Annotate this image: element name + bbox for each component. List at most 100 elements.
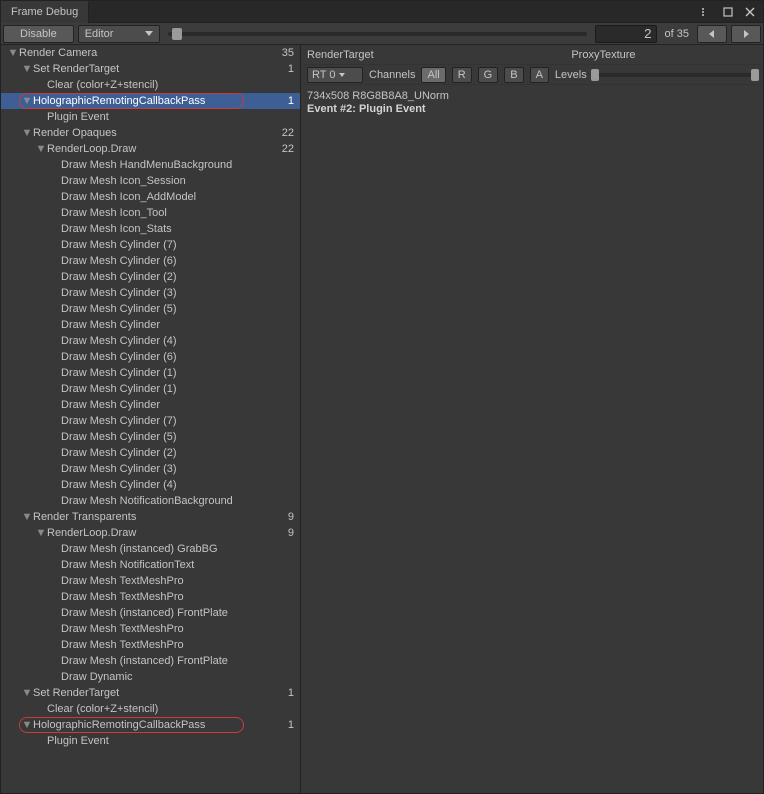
window-maximize-icon[interactable] <box>721 5 735 19</box>
tree-row[interactable]: Plugin Event <box>1 109 300 125</box>
tree-row-label: Draw Mesh Cylinder (1) <box>61 367 294 379</box>
tree-row-label: Draw Mesh TextMeshPro <box>61 623 294 635</box>
channel-g-button[interactable]: G <box>478 67 499 83</box>
slider-track[interactable] <box>168 32 587 36</box>
render-target-label: RenderTarget <box>307 49 374 61</box>
next-event-button[interactable] <box>731 25 761 43</box>
tree-row[interactable]: Draw Mesh (instanced) FrontPlate <box>1 653 300 669</box>
channel-a-button[interactable]: A <box>530 67 549 83</box>
levels-min-thumb[interactable] <box>591 69 599 81</box>
tree-row[interactable]: Draw Mesh NotificationBackground <box>1 493 300 509</box>
tree-row-label: RenderLoop.Draw <box>47 143 282 155</box>
channels-label: Channels <box>369 69 415 81</box>
tree-row[interactable]: Draw Mesh TextMeshPro <box>1 621 300 637</box>
channel-r-button[interactable]: R <box>452 67 472 83</box>
titlebar: Frame Debug <box>1 1 763 23</box>
tree-row[interactable]: ▼HolographicRemotingCallbackPass1 <box>1 717 300 733</box>
window-tab[interactable]: Frame Debug <box>1 1 89 23</box>
channel-all-button[interactable]: All <box>421 67 445 83</box>
frame-debug-panel: Frame Debug Disable Editor <box>0 0 764 794</box>
tree-row[interactable]: Draw Mesh (instanced) GrabBG <box>1 541 300 557</box>
tree-row[interactable]: Draw Mesh Cylinder (2) <box>1 269 300 285</box>
tree-row-count: 35 <box>282 47 294 59</box>
tree-row[interactable]: Draw Mesh Icon_AddModel <box>1 189 300 205</box>
event-slider[interactable] <box>164 32 591 36</box>
rt-dropdown[interactable]: RT 0 <box>307 67 363 83</box>
detail-body: 734x508 R8G8B8A8_UNorm Event #2: Plugin … <box>301 85 763 793</box>
tree-row[interactable]: Draw Mesh Cylinder (2) <box>1 445 300 461</box>
tree-row[interactable]: Draw Mesh Cylinder (4) <box>1 477 300 493</box>
tree-row[interactable]: Draw Mesh TextMeshPro <box>1 589 300 605</box>
tree-row[interactable]: Draw Mesh TextMeshPro <box>1 573 300 589</box>
tree-row[interactable]: Clear (color+Z+stencil) <box>1 77 300 93</box>
tree-row[interactable]: Draw Mesh Cylinder (1) <box>1 381 300 397</box>
tree-row-label: Draw Mesh Cylinder (4) <box>61 479 294 491</box>
tree-row[interactable]: Draw Mesh Cylinder (3) <box>1 461 300 477</box>
tree-row-count: 1 <box>288 719 294 731</box>
disable-button[interactable]: Disable <box>3 25 74 43</box>
tree-row[interactable]: Draw Mesh Cylinder <box>1 397 300 413</box>
tree-row-label: Draw Mesh Icon_AddModel <box>61 191 294 203</box>
window-title: Frame Debug <box>11 6 78 18</box>
event-tree[interactable]: ▼Render Camera35▼Set RenderTarget1Clear … <box>1 45 301 793</box>
tree-row[interactable]: Draw Mesh Cylinder (1) <box>1 365 300 381</box>
tree-row[interactable]: Draw Mesh Cylinder (3) <box>1 285 300 301</box>
rt-label: RT 0 <box>312 69 335 81</box>
tree-row[interactable]: Draw Mesh Icon_Session <box>1 173 300 189</box>
window-menu-icon[interactable] <box>699 5 713 19</box>
tree-row[interactable]: Draw Mesh Cylinder (7) <box>1 413 300 429</box>
tree-row[interactable]: Draw Dynamic <box>1 669 300 685</box>
render-target-row: RenderTarget ProxyTexture <box>301 45 763 65</box>
tree-row[interactable]: ▼Render Transparents9 <box>1 509 300 525</box>
window-buttons <box>699 5 763 19</box>
tree-row[interactable]: Draw Mesh Cylinder (5) <box>1 429 300 445</box>
tree-row[interactable]: Draw Mesh (instanced) FrontPlate <box>1 605 300 621</box>
foldout-open-icon[interactable]: ▼ <box>35 143 47 155</box>
event-index-input[interactable] <box>595 25 657 43</box>
window-close-icon[interactable] <box>743 5 757 19</box>
tree-row-label: Draw Mesh Icon_Tool <box>61 207 294 219</box>
foldout-open-icon[interactable]: ▼ <box>21 127 33 139</box>
levels-max-thumb[interactable] <box>751 69 759 81</box>
tree-row-label: Draw Mesh NotificationText <box>61 559 294 571</box>
tree-row[interactable]: Draw Mesh Cylinder (6) <box>1 253 300 269</box>
tree-row[interactable]: ▼Set RenderTarget1 <box>1 61 300 77</box>
tree-row[interactable]: ▼RenderLoop.Draw22 <box>1 141 300 157</box>
foldout-open-icon[interactable]: ▼ <box>21 719 33 731</box>
tree-row[interactable]: Draw Mesh Cylinder (4) <box>1 333 300 349</box>
tree-row-label: Draw Mesh Icon_Session <box>61 175 294 187</box>
tree-row-label: Draw Mesh TextMeshPro <box>61 591 294 603</box>
tree-row[interactable]: ▼HolographicRemotingCallbackPass1 <box>1 93 300 109</box>
slider-thumb[interactable] <box>172 28 182 40</box>
tree-row[interactable]: ▼Render Opaques22 <box>1 125 300 141</box>
scope-dropdown[interactable]: Editor <box>78 25 160 43</box>
tree-row-count: 1 <box>288 63 294 75</box>
tree-row[interactable]: Draw Mesh Cylinder (6) <box>1 349 300 365</box>
tree-row[interactable]: Draw Mesh NotificationText <box>1 557 300 573</box>
tree-row[interactable]: Draw Mesh TextMeshPro <box>1 637 300 653</box>
tree-row-count: 9 <box>288 511 294 523</box>
channel-b-button[interactable]: B <box>504 67 523 83</box>
foldout-open-icon[interactable]: ▼ <box>21 63 33 75</box>
tree-row[interactable]: Clear (color+Z+stencil) <box>1 701 300 717</box>
tree-row[interactable]: Draw Mesh HandMenuBackground <box>1 157 300 173</box>
foldout-open-icon[interactable]: ▼ <box>21 687 33 699</box>
foldout-open-icon[interactable]: ▼ <box>7 47 19 59</box>
tree-row[interactable]: ▼Render Camera35 <box>1 45 300 61</box>
foldout-open-icon[interactable]: ▼ <box>21 511 33 523</box>
tree-row-label: Draw Mesh Cylinder <box>61 319 294 331</box>
tree-row[interactable]: Draw Mesh Cylinder (5) <box>1 301 300 317</box>
levels-slider[interactable] <box>593 68 757 82</box>
levels-label: Levels <box>555 69 587 81</box>
tree-row[interactable]: Draw Mesh Icon_Tool <box>1 205 300 221</box>
main-split: ▼Render Camera35▼Set RenderTarget1Clear … <box>1 45 763 793</box>
foldout-open-icon[interactable]: ▼ <box>35 527 47 539</box>
tree-row[interactable]: ▼RenderLoop.Draw9 <box>1 525 300 541</box>
prev-event-button[interactable] <box>697 25 727 43</box>
tree-row[interactable]: Draw Mesh Icon_Stats <box>1 221 300 237</box>
tree-row[interactable]: Plugin Event <box>1 733 300 749</box>
tree-row[interactable]: Draw Mesh Cylinder <box>1 317 300 333</box>
tree-row[interactable]: ▼Set RenderTarget1 <box>1 685 300 701</box>
tree-row[interactable]: Draw Mesh Cylinder (7) <box>1 237 300 253</box>
foldout-open-icon[interactable]: ▼ <box>21 95 33 107</box>
